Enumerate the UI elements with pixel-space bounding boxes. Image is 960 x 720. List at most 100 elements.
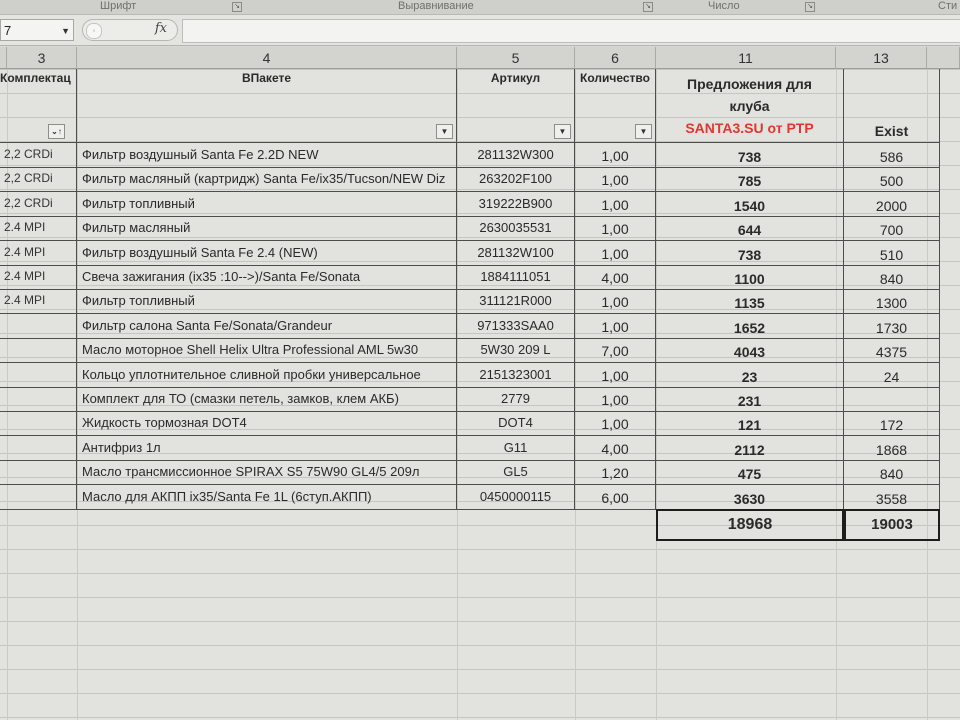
cell-offer[interactable]: 475 bbox=[656, 460, 844, 486]
cell-vpakete[interactable]: Свеча зажигания (ix35 :10-->)/Santa Fe/S… bbox=[77, 265, 457, 290]
column-header-left[interactable] bbox=[0, 47, 7, 69]
cell-offer[interactable]: 644 bbox=[656, 216, 844, 242]
cell-kolichestvo[interactable]: 1,00 bbox=[575, 191, 656, 217]
worksheet-grid[interactable]: Комплектац ⌄↑ ВПакете ▼ Артикул ▼ Количе… bbox=[0, 69, 960, 720]
filter-dropdown-icon[interactable]: ▼ bbox=[436, 124, 453, 139]
cell-komplekt[interactable]: 2,2 CRDi bbox=[0, 167, 77, 193]
cell-exist[interactable]: 700 bbox=[844, 216, 940, 242]
cell-exist[interactable]: 172 bbox=[844, 411, 940, 437]
cell-kolichestvo[interactable]: 6,00 bbox=[575, 484, 656, 510]
filter-dropdown-icon[interactable]: ⌄↑ bbox=[48, 124, 65, 139]
cell-vpakete[interactable]: Фильтр салона Santa Fe/Sonata/Grandeur bbox=[77, 313, 457, 339]
cell-offer[interactable]: 231 bbox=[656, 387, 844, 412]
cell-exist[interactable] bbox=[844, 387, 940, 412]
align-dialog-launcher-icon[interactable]: ↘ bbox=[643, 2, 653, 12]
cell-exist[interactable]: 500 bbox=[844, 167, 940, 193]
cell-komplekt[interactable] bbox=[0, 460, 77, 486]
cell-komplekt[interactable]: 2,2 CRDi bbox=[0, 143, 77, 168]
cell-komplekt[interactable]: 2.4 MPI bbox=[0, 265, 77, 290]
formula-input[interactable] bbox=[182, 19, 960, 43]
cell-kolichestvo[interactable]: 1,00 bbox=[575, 313, 656, 339]
cell-exist[interactable]: 1730 bbox=[844, 313, 940, 339]
cell-artikul[interactable]: 2779 bbox=[457, 387, 575, 412]
cell-artikul[interactable]: 311121R000 bbox=[457, 289, 575, 315]
cell-kolichestvo[interactable]: 7,00 bbox=[575, 338, 656, 364]
number-dialog-launcher-icon[interactable]: ↘ bbox=[805, 2, 815, 12]
cell-offer[interactable]: 2112 bbox=[656, 435, 844, 461]
total-offer[interactable]: 18968 bbox=[656, 509, 844, 541]
cell-artikul[interactable]: GL5 bbox=[457, 460, 575, 486]
cell-offer[interactable]: 785 bbox=[656, 167, 844, 193]
cell-offer[interactable]: 3630 bbox=[656, 484, 844, 510]
cell-komplekt[interactable] bbox=[0, 411, 77, 437]
cell-komplekt[interactable] bbox=[0, 313, 77, 339]
cell-vpakete[interactable]: Жидкость тормозная DOT4 bbox=[77, 411, 457, 437]
cell-vpakete[interactable]: Масло трансмиссионное SPIRAX S5 75W90 GL… bbox=[77, 460, 457, 486]
cell-kolichestvo[interactable]: 1,00 bbox=[575, 167, 656, 193]
cell-komplekt[interactable]: 2.4 MPI bbox=[0, 216, 77, 242]
cell-komplekt[interactable]: 2.4 MPI bbox=[0, 240, 77, 266]
cell-kolichestvo[interactable]: 1,00 bbox=[575, 240, 656, 266]
cell-kolichestvo[interactable]: 1,00 bbox=[575, 143, 656, 168]
cell-komplekt[interactable] bbox=[0, 362, 77, 388]
cell-exist[interactable]: 840 bbox=[844, 460, 940, 486]
name-box[interactable]: 7 ▼ bbox=[0, 19, 74, 41]
cell-vpakete[interactable]: Антифриз 1л bbox=[77, 435, 457, 461]
cell-komplekt[interactable] bbox=[0, 387, 77, 412]
cell-artikul[interactable]: 2151323001 bbox=[457, 362, 575, 388]
cell-exist[interactable]: 4375 bbox=[844, 338, 940, 364]
cell-offer[interactable]: 738 bbox=[656, 143, 844, 168]
cell-artikul[interactable]: 281132W300 bbox=[457, 143, 575, 168]
cell-kolichestvo[interactable]: 1,00 bbox=[575, 411, 656, 437]
cell-komplekt[interactable]: 2,2 CRDi bbox=[0, 191, 77, 217]
cell-artikul[interactable]: 0450000115 bbox=[457, 484, 575, 510]
insert-function-icon[interactable]: fx bbox=[155, 21, 167, 36]
cell-offer[interactable]: 1100 bbox=[656, 265, 844, 290]
cell-artikul[interactable]: 319222B900 bbox=[457, 191, 575, 217]
cell-kolichestvo[interactable]: 4,00 bbox=[575, 265, 656, 290]
total-exist[interactable]: 19003 bbox=[844, 509, 940, 541]
cell-offer[interactable]: 1540 bbox=[656, 191, 844, 217]
cell-kolichestvo[interactable]: 1,00 bbox=[575, 216, 656, 242]
font-dialog-launcher-icon[interactable]: ↘ bbox=[232, 2, 242, 12]
chevron-down-icon[interactable]: ▼ bbox=[61, 20, 70, 42]
cell-vpakete[interactable]: Масло для АКПП ix35/Santa Fe 1L (6ступ.А… bbox=[77, 484, 457, 510]
cell-artikul[interactable]: 281132W100 bbox=[457, 240, 575, 266]
cell-vpakete[interactable]: Фильтр воздушный Santa Fe 2.2D NEW bbox=[77, 143, 457, 168]
column-header-13[interactable]: 13 bbox=[836, 47, 927, 69]
cell-exist[interactable]: 24 bbox=[844, 362, 940, 388]
column-header-6[interactable]: 6 bbox=[575, 47, 656, 69]
column-header-next[interactable] bbox=[927, 47, 960, 69]
cell-offer[interactable]: 1652 bbox=[656, 313, 844, 339]
cell-artikul[interactable]: G11 bbox=[457, 435, 575, 461]
cell-vpakete[interactable]: Фильтр топливный bbox=[77, 191, 457, 217]
cell-artikul[interactable]: 971333SAA0 bbox=[457, 313, 575, 339]
cell-exist[interactable]: 3558 bbox=[844, 484, 940, 510]
cell-kolichestvo[interactable]: 4,00 bbox=[575, 435, 656, 461]
cell-offer[interactable]: 738 bbox=[656, 240, 844, 266]
cell-artikul[interactable]: 2630035531 bbox=[457, 216, 575, 242]
cell-kolichestvo[interactable]: 1,00 bbox=[575, 387, 656, 412]
cell-komplekt[interactable] bbox=[0, 484, 77, 510]
cell-komplekt[interactable] bbox=[0, 338, 77, 364]
cell-exist[interactable]: 586 bbox=[844, 143, 940, 168]
cell-kolichestvo[interactable]: 1,00 bbox=[575, 362, 656, 388]
cell-exist[interactable]: 1868 bbox=[844, 435, 940, 461]
filter-dropdown-icon[interactable]: ▼ bbox=[554, 124, 571, 139]
cell-artikul[interactable]: 263202F100 bbox=[457, 167, 575, 193]
cell-vpakete[interactable]: Фильтр масляный (картридж) Santa Fe/ix35… bbox=[77, 167, 457, 193]
cell-offer[interactable]: 23 bbox=[656, 362, 844, 388]
cell-exist[interactable]: 840 bbox=[844, 265, 940, 290]
cell-kolichestvo[interactable]: 1,20 bbox=[575, 460, 656, 486]
cell-offer[interactable]: 121 bbox=[656, 411, 844, 437]
column-header-11[interactable]: 11 bbox=[656, 47, 836, 69]
cell-vpakete[interactable]: Фильтр масляный bbox=[77, 216, 457, 242]
cell-kolichestvo[interactable]: 1,00 bbox=[575, 289, 656, 315]
column-header-3[interactable]: 3 bbox=[7, 47, 77, 69]
cell-vpakete[interactable]: Фильтр топливный bbox=[77, 289, 457, 315]
cell-artikul[interactable]: DOT4 bbox=[457, 411, 575, 437]
cell-komplekt[interactable]: 2.4 MPI bbox=[0, 289, 77, 315]
cell-artikul[interactable]: 5W30 209 L bbox=[457, 338, 575, 364]
cell-vpakete[interactable]: Фильтр воздушный Santa Fe 2.4 (NEW) bbox=[77, 240, 457, 266]
cell-exist[interactable]: 1300 bbox=[844, 289, 940, 315]
